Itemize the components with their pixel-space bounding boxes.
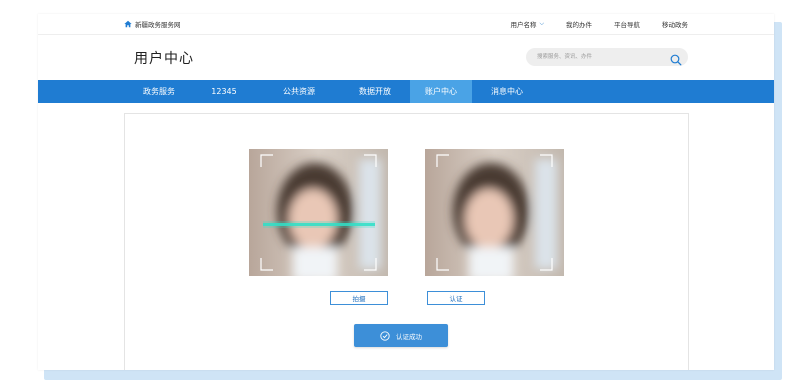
nav-item-message-center[interactable]: 消息中心 bbox=[482, 80, 532, 103]
top-links: 用户名称 ⌵ 我的办件 平台导航 移动政务 bbox=[510, 19, 688, 29]
platform-nav-link[interactable]: 平台导航 bbox=[614, 19, 640, 29]
home-icon bbox=[124, 20, 132, 28]
user-menu[interactable]: 用户名称 ⌵ bbox=[510, 19, 544, 29]
page-header: 用户中心 bbox=[38, 35, 774, 80]
nav-item-public-resources[interactable]: 公共资源 bbox=[274, 80, 324, 103]
face-verification-card: 拍摄 认证 认证成功 bbox=[124, 113, 689, 370]
site-name: 新疆政务服务网 bbox=[135, 21, 181, 29]
check-circle-icon bbox=[380, 330, 390, 341]
search-icon[interactable] bbox=[670, 51, 682, 70]
nav-item-account-center[interactable]: 账户中心 bbox=[410, 80, 472, 103]
capture-button[interactable]: 拍摄 bbox=[330, 291, 388, 305]
browser-window: 新疆政务服务网 用户名称 ⌵ 我的办件 平台导航 移动政务 用户中心 政务服务 bbox=[38, 14, 774, 370]
user-name: 用户名称 bbox=[510, 21, 537, 29]
main-nav: 政务服务 12345 公共资源 数据开放 账户中心 消息中心 bbox=[38, 80, 774, 103]
camera-capture-image bbox=[249, 149, 388, 276]
top-utility-bar: 新疆政务服务网 用户名称 ⌵ 我的办件 平台导航 移动政务 bbox=[38, 14, 774, 35]
nav-item-12345[interactable]: 12345 bbox=[204, 80, 244, 103]
nav-item-gov-services[interactable]: 政务服务 bbox=[134, 80, 184, 103]
search-box bbox=[526, 48, 688, 66]
main-content: 拍摄 认证 认证成功 bbox=[38, 103, 774, 370]
success-label: 认证成功 bbox=[396, 332, 422, 341]
verify-button[interactable]: 认证 bbox=[427, 291, 485, 305]
mobile-gov-link[interactable]: 移动政务 bbox=[662, 19, 688, 29]
page-title: 用户中心 bbox=[134, 50, 194, 67]
verification-success-button[interactable]: 认证成功 bbox=[354, 324, 448, 347]
chevron-down-icon: ⌵ bbox=[539, 20, 544, 27]
search-input[interactable] bbox=[535, 53, 669, 61]
nav-item-open-data[interactable]: 数据开放 bbox=[350, 80, 400, 103]
home-link[interactable]: 新疆政务服务网 bbox=[124, 19, 181, 29]
captured-face-image bbox=[425, 149, 564, 276]
my-tasks-link[interactable]: 我的办件 bbox=[566, 19, 592, 29]
